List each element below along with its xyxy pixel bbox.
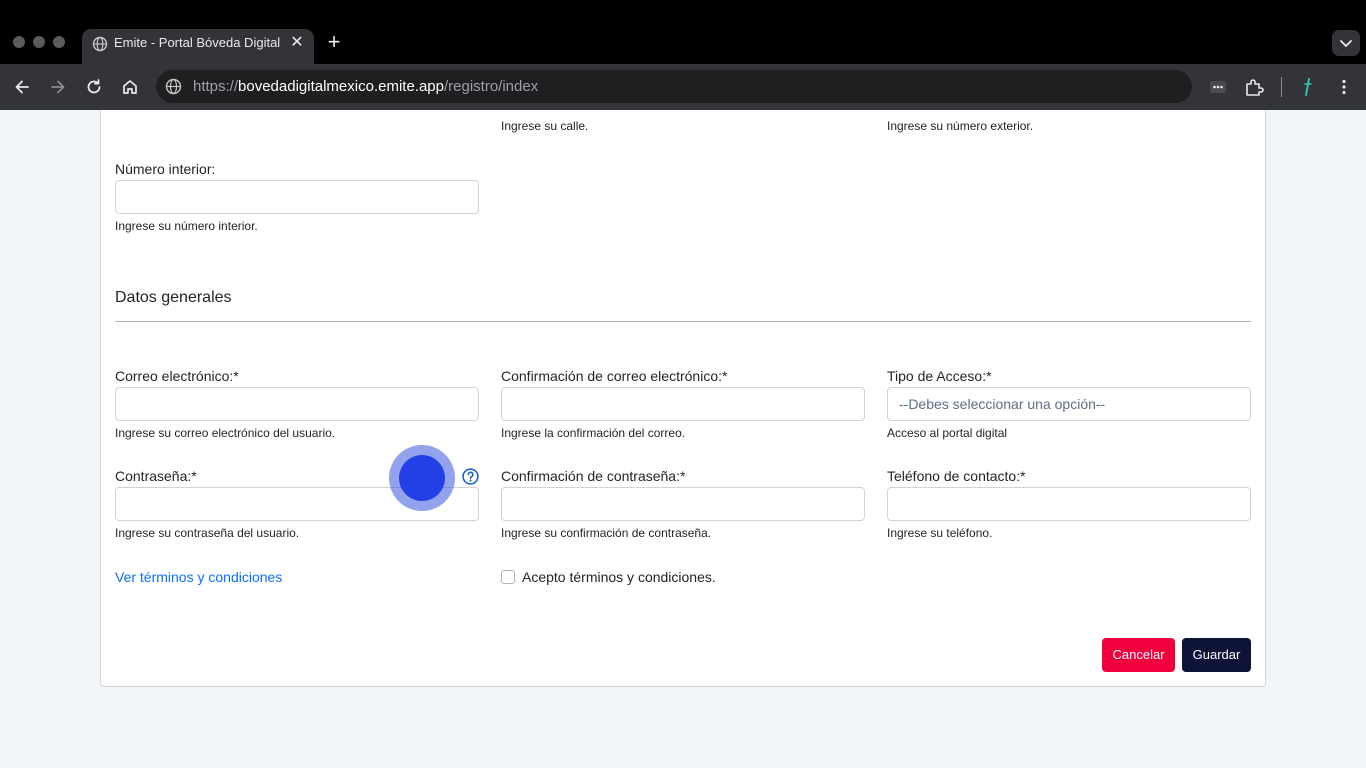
password-help-text: Ingrese su contraseña del usuario. [115, 526, 300, 540]
tipo-acceso-select[interactable]: --Debes seleccionar una opción-- [887, 387, 1251, 421]
telefono-input[interactable] [887, 487, 1251, 521]
numero-interior-help-text: Ingrese su número interior. [115, 219, 258, 233]
toolbar-divider [1281, 77, 1282, 97]
confirm-correo-label: Confirmación de correo electrónico:* [501, 368, 728, 384]
tipo-acceso-selected-value: --Debes seleccionar una opción-- [899, 396, 1106, 412]
correo-label: Correo electrónico:* [115, 368, 239, 384]
browser-tab-bar: Emite - Portal Bóveda Digital ✕ + [0, 0, 1366, 64]
password-label: Contraseña:* [115, 468, 197, 484]
window-minimize-button[interactable] [33, 36, 45, 48]
confirm-password-label: Confirmación de contraseña:* [501, 468, 686, 484]
browser-tab-active[interactable]: Emite - Portal Bóveda Digital ✕ [82, 29, 314, 64]
numero-interior-input[interactable] [115, 180, 479, 214]
cursor-dot [399, 455, 445, 501]
window-zoom-button[interactable] [53, 36, 65, 48]
numero-interior-label: Número interior: [115, 161, 216, 177]
extensions-puzzle-icon[interactable] [1242, 75, 1266, 99]
tab-title: Emite - Portal Bóveda Digital [114, 36, 281, 50]
section-title-datos-generales: Datos generales [115, 289, 232, 306]
calle-help-text: Ingrese su calle. [501, 119, 589, 133]
cancel-button[interactable]: Cancelar [1102, 638, 1175, 672]
forward-arrow-icon[interactable] [46, 75, 70, 99]
password-manager-icon[interactable] [1206, 75, 1230, 99]
back-arrow-icon[interactable] [10, 75, 34, 99]
browser-toolbar: https://bovedadigitalmexico.emite.app/re… [0, 64, 1366, 110]
confirm-correo-help-text: Ingrese la confirmación del correo. [501, 426, 686, 440]
question-circle-icon[interactable] [462, 468, 479, 485]
page-viewport: Ingrese su calle. Ingrese su número exte… [0, 110, 1366, 768]
url-host: bovedadigitalmexico.emite.app [238, 78, 444, 95]
confirm-password-input[interactable] [501, 487, 865, 521]
profile-extension-icon[interactable] [1296, 75, 1320, 99]
correo-help-text: Ingrese su correo electrónico del usuari… [115, 426, 336, 440]
tipo-acceso-help-text: Acceso al portal digital [887, 426, 1008, 440]
tab-search-button[interactable] [1332, 30, 1360, 56]
section-divider [115, 321, 1251, 322]
kebab-menu-icon[interactable] [1332, 75, 1356, 99]
confirm-correo-input[interactable] [501, 387, 865, 421]
url-text: https://bovedadigitalmexico.emite.app/re… [193, 78, 538, 95]
new-tab-plus-icon[interactable]: + [324, 31, 344, 53]
accept-terms-checkbox[interactable] [501, 570, 515, 584]
cursor-click-indicator [389, 445, 455, 511]
chevron-down-icon [1340, 40, 1352, 48]
tipo-acceso-label: Tipo de Acceso:* [887, 368, 992, 384]
accept-terms-label[interactable]: Acepto términos y condiciones. [522, 569, 716, 585]
site-info-icon[interactable] [165, 78, 182, 100]
globe-icon [92, 36, 108, 57]
save-button[interactable]: Guardar [1182, 638, 1251, 672]
reload-icon[interactable] [82, 75, 106, 99]
numero-exterior-help-text: Ingrese su número exterior. [887, 119, 1034, 133]
home-icon[interactable] [118, 75, 142, 99]
telefono-label: Teléfono de contacto:* [887, 468, 1026, 484]
address-bar[interactable]: https://bovedadigitalmexico.emite.app/re… [156, 70, 1192, 103]
telefono-help-text: Ingrese su teléfono. [887, 526, 993, 540]
url-path: /registro/index [444, 78, 539, 95]
url-protocol: https:// [193, 78, 239, 95]
tab-close-icon[interactable]: ✕ [288, 34, 306, 52]
registration-form-card: Ingrese su calle. Ingrese su número exte… [100, 110, 1266, 687]
correo-input[interactable] [115, 387, 479, 421]
confirm-password-help-text: Ingrese su confirmación de contraseña. [501, 526, 712, 540]
terms-link[interactable]: Ver términos y condiciones [115, 569, 282, 585]
window-close-button[interactable] [13, 36, 25, 48]
